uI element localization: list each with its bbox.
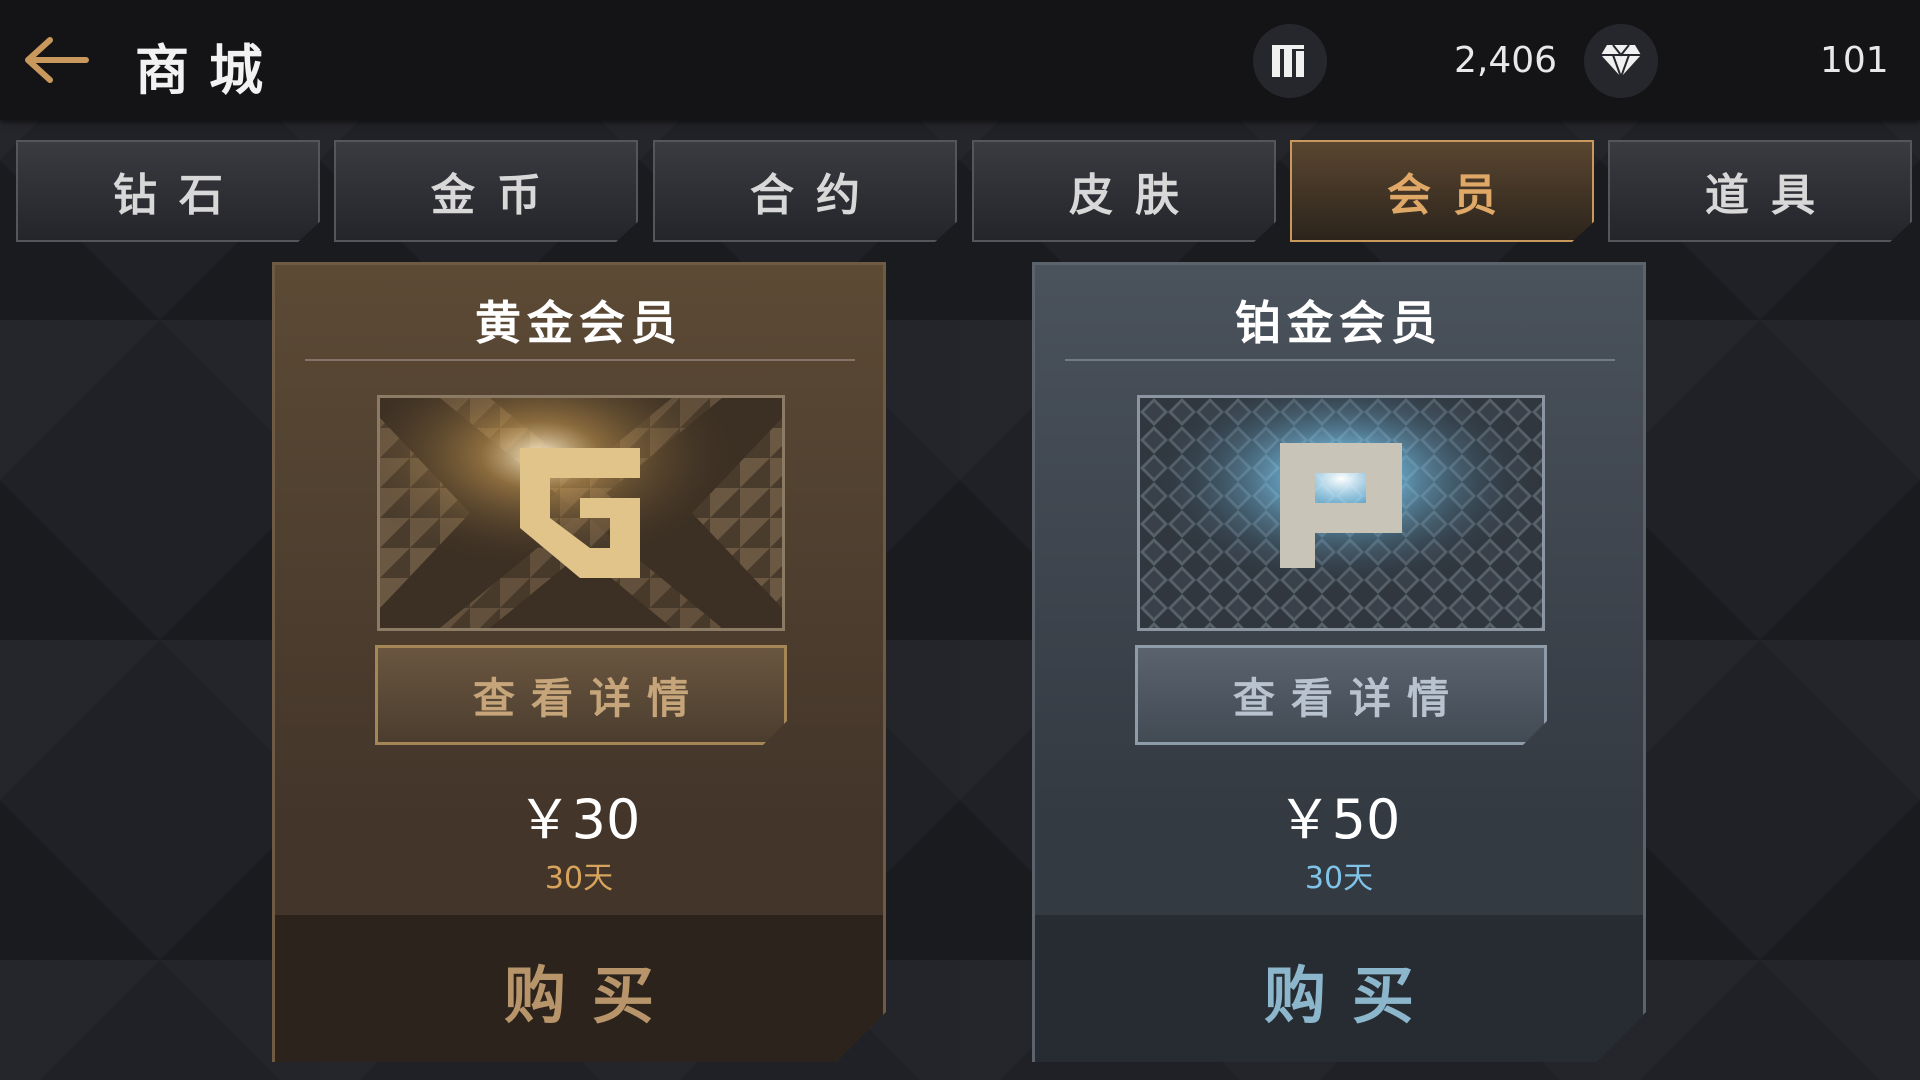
- category-tabs: 钻石 金币 合约 皮肤 会员 道具: [16, 140, 1906, 244]
- platinum-p-emblem-icon: [1137, 395, 1545, 631]
- divider: [1065, 359, 1615, 361]
- divider: [305, 359, 855, 361]
- coin-stack-icon: [1253, 24, 1327, 98]
- page-title: 商城: [135, 39, 283, 102]
- buy-button[interactable]: 购买: [1035, 915, 1643, 1065]
- tab-membership[interactable]: 会员: [1290, 140, 1594, 242]
- diamond-icon: [1584, 24, 1658, 98]
- card-title: 铂金会员: [1235, 296, 1443, 350]
- diamond-balance: 101: [1820, 40, 1889, 81]
- gold-g-emblem-icon: [377, 395, 785, 631]
- duration: 30天: [1304, 861, 1374, 896]
- buy-button[interactable]: 购买: [275, 915, 883, 1065]
- tab-skin[interactable]: 皮肤: [972, 140, 1276, 242]
- view-details-button[interactable]: 查看详情: [1135, 645, 1547, 745]
- tab-contract[interactable]: 合约: [653, 140, 957, 242]
- card-title: 黄金会员: [475, 296, 683, 350]
- platinum-membership-card: 铂金会员 查看详情 ￥50 30天 购买: [1032, 262, 1646, 1062]
- price: ￥50: [1277, 788, 1401, 851]
- gold-membership-card: 黄金会员 查看详情 ￥30 30天 购买: [272, 262, 886, 1062]
- duration: 30天: [544, 861, 614, 896]
- arrow-left-icon[interactable]: [22, 30, 92, 90]
- top-bar: 商城 2,406 101: [0, 0, 1920, 120]
- tab-diamond[interactable]: 钻石: [16, 140, 320, 242]
- coin-balance: 2,406: [1454, 40, 1558, 81]
- tab-gold-coin[interactable]: 金币: [334, 140, 638, 242]
- price: ￥30: [517, 788, 641, 851]
- view-details-button[interactable]: 查看详情: [375, 645, 787, 745]
- tab-items[interactable]: 道具: [1608, 140, 1912, 242]
